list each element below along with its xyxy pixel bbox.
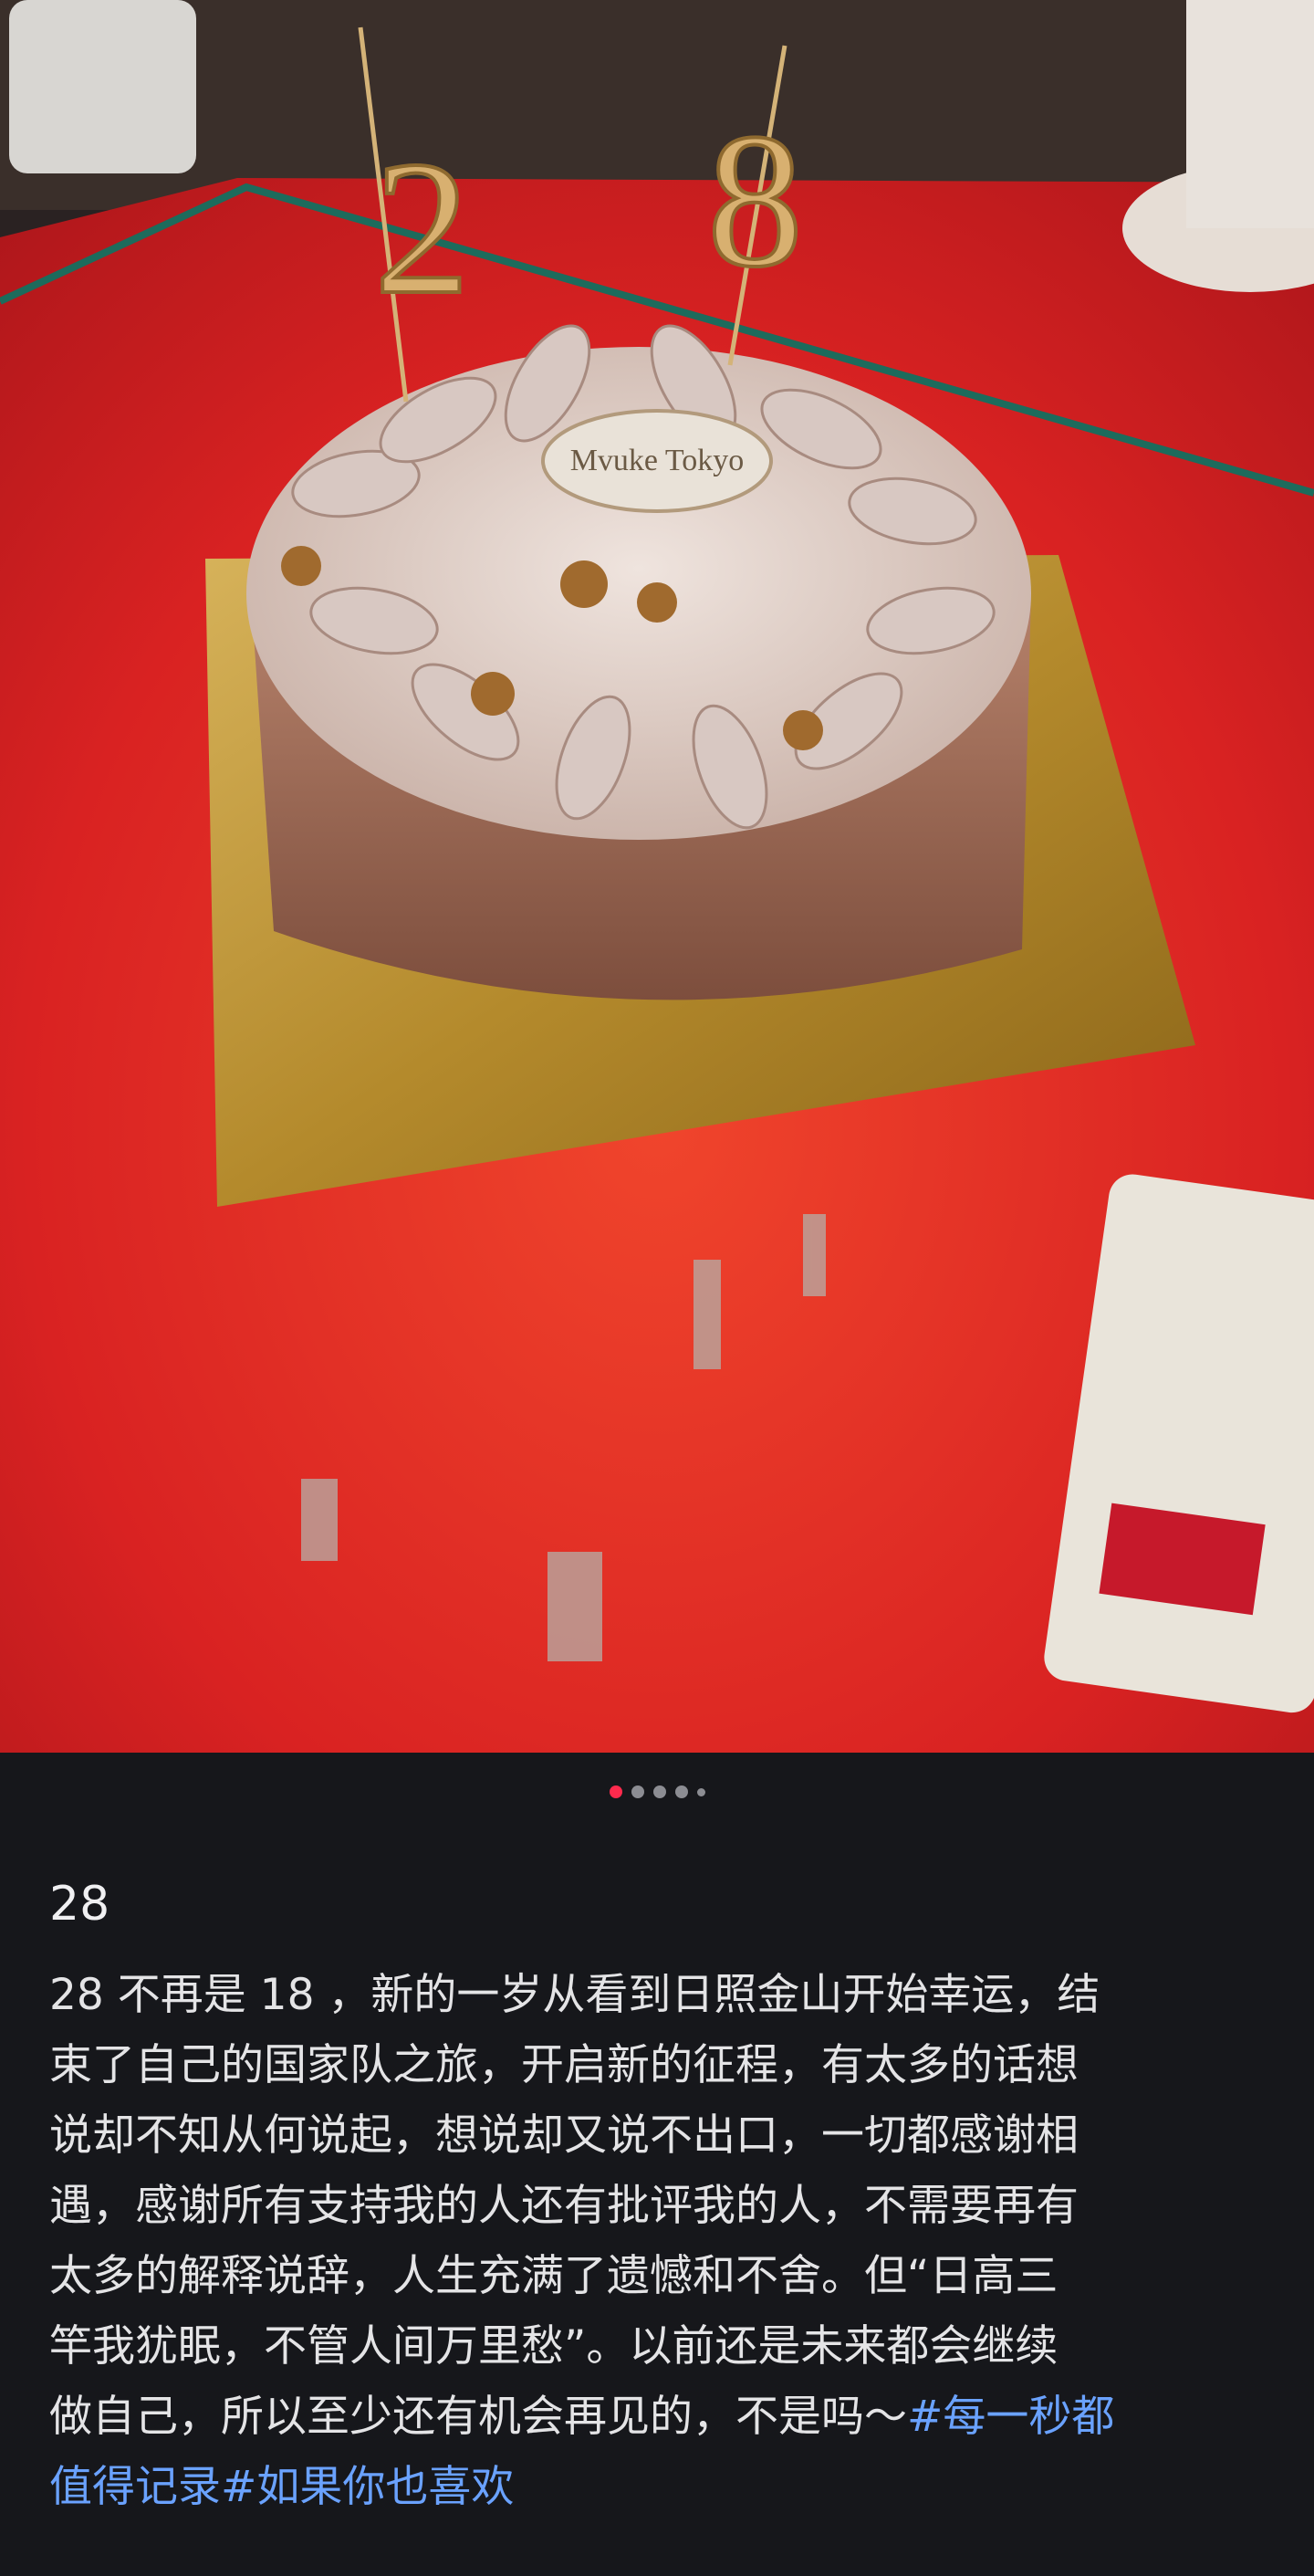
carousel-dot[interactable] (696, 1787, 705, 1796)
post-body-line: 做自己，所以至少还有机会再见的，不是吗～ (49, 2392, 907, 2442)
post-title: 28 (49, 1877, 110, 1932)
post-photo[interactable]: Mvuke Tokyo 2 8 (0, 0, 1314, 1753)
candle-number: 2 (374, 122, 470, 334)
candle-number: 8 (707, 95, 803, 307)
carousel-dot[interactable] (631, 1785, 644, 1798)
cake-plaque-text: Mvuke Tokyo (570, 444, 745, 477)
hashtag-link[interactable]: #每一秒都 (907, 2392, 1114, 2442)
carousel-dot[interactable] (609, 1785, 622, 1798)
carousel-dot[interactable] (652, 1785, 666, 1798)
post-body-line: 竿我犹眠，不管人间万里愁”。以前还是未来都会继续 (49, 2321, 1058, 2372)
hashtag-link[interactable]: #如果你也喜欢 (221, 2462, 514, 2512)
post-body: 28 不再是 18 ，新的一岁从看到日照金山开始幸运，结 束了自己的国家队之旅，… (49, 1960, 1268, 2522)
post-body-line: 束了自己的国家队之旅，开启新的征程，有太多的话想 (49, 2040, 1079, 2090)
hashtag-link[interactable]: 值得记录 (49, 2462, 221, 2512)
carousel-indicator[interactable] (0, 1778, 1314, 1806)
post-body-line: 遇，感谢所有支持我的人还有批评我的人，不需要再有 (49, 2181, 1079, 2231)
post-body-line: 说却不知从何说起，想说却又说不出口，一切都感谢相 (49, 2110, 1079, 2161)
post-body-line: 太多的解释说辞，人生充满了遗憾和不舍。但“日高三 (49, 2251, 1058, 2301)
carousel-dot[interactable] (674, 1785, 688, 1798)
post-body-line: 28 不再是 18 ，新的一岁从看到日照金山开始幸运，结 (49, 1970, 1100, 2020)
